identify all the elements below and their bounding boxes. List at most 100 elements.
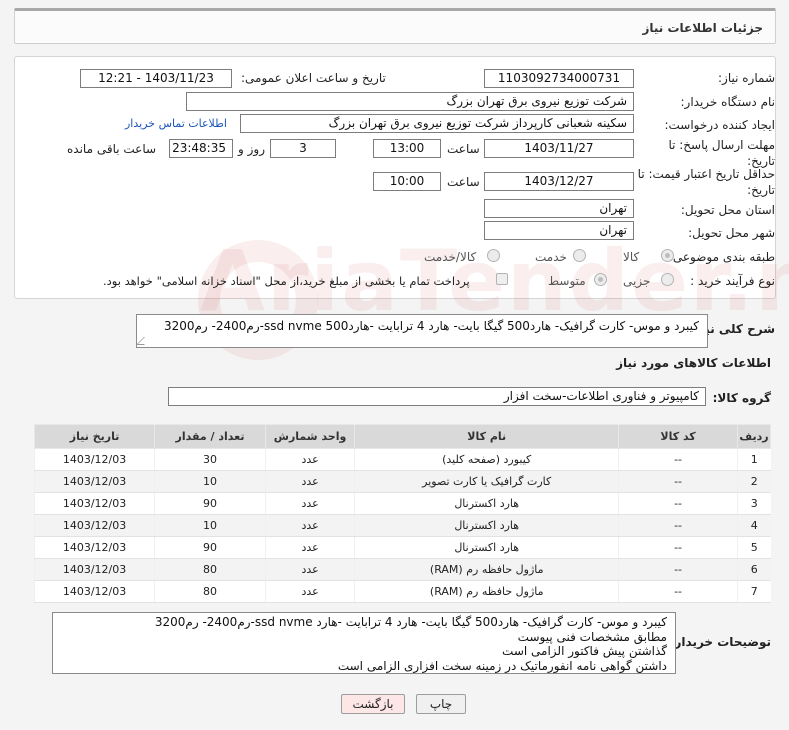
- category-label: طبقه بندی موضوعی:: [668, 250, 775, 264]
- cell-row-number: 7: [737, 580, 771, 603]
- category-option-goods: کالا: [623, 250, 640, 264]
- treasury-payment-checkbox[interactable]: [496, 273, 508, 285]
- category-radio-service[interactable]: [573, 249, 586, 262]
- category-option-goods-service: کالا/خدمت: [424, 250, 477, 264]
- deadline-label: مهلت ارسال پاسخ: تا تاریخ:: [668, 137, 775, 169]
- buyer-org-field[interactable]: شرکت توزیع نیروی برق تهران بزرگ: [186, 92, 634, 111]
- announce-date-field[interactable]: 1403/11/23 - 12:21: [80, 69, 232, 88]
- treasury-payment-note: پرداخت تمام یا بخشی از مبلغ خرید،از محل …: [103, 274, 470, 288]
- buyer-notes-label: توضیحات خریدار:: [669, 635, 771, 649]
- description-textarea[interactable]: کیبرد و موس- کارت گرافیک- هارد500 گیگا ب…: [136, 314, 708, 348]
- process-radio-small[interactable]: [661, 273, 674, 286]
- cell-unit: عدد: [264, 492, 355, 515]
- cell-need-date: 1403/12/03: [33, 514, 155, 537]
- announce-date-label: تاریخ و ساعت اعلان عمومی:: [241, 71, 386, 85]
- creator-field[interactable]: سکینه شعبانی کارپرداز شرکت توزیع نیروی ب…: [240, 114, 634, 133]
- back-button[interactable]: بازگشت: [341, 694, 405, 714]
- cell-quantity: 80: [154, 558, 266, 581]
- cell-goods-name: ماژول حافظه رم (RAM): [354, 558, 619, 581]
- cell-need-date: 1403/12/03: [33, 580, 155, 603]
- validity-date-field[interactable]: 1403/12/27: [484, 172, 634, 191]
- process-option-medium: متوسط: [548, 274, 586, 288]
- days-label: روز و: [238, 142, 265, 156]
- deadline-time-label: ساعت: [447, 142, 480, 156]
- cell-unit: عدد: [264, 536, 355, 559]
- goods-section-title: اطلاعات کالاهای مورد نیاز: [616, 356, 771, 370]
- remaining-time-label: ساعت باقی مانده: [67, 142, 157, 156]
- cell-unit: عدد: [264, 558, 355, 581]
- cell-row-number: 3: [737, 492, 771, 515]
- goods-group-field[interactable]: کامپیوتر و فناوری اطلاعات-سخت افزار: [168, 387, 706, 406]
- cell-need-date: 1403/12/03: [33, 558, 155, 581]
- cell-unit: عدد: [264, 514, 355, 537]
- page-header: جزئیات اطلاعات نیاز: [14, 8, 776, 44]
- cell-goods-name: ماژول حافظه رم (RAM): [354, 580, 619, 603]
- table-row[interactable]: 3 -- هارد اکسترنال عدد 90 1403/12/03: [33, 492, 771, 515]
- table-row[interactable]: 2 -- کارت گرافیک یا کارت تصویر عدد 10 14…: [33, 470, 771, 493]
- process-radio-medium[interactable]: [594, 273, 607, 286]
- cell-goods-code: --: [618, 470, 738, 493]
- table-row[interactable]: 4 -- هارد اکسترنال عدد 10 1403/12/03: [33, 514, 771, 537]
- cell-unit: عدد: [264, 448, 355, 471]
- cell-goods-name: هارد اکسترنال: [354, 514, 619, 537]
- cell-row-number: 5: [737, 536, 771, 559]
- col-goods-name: نام کالا: [354, 424, 620, 449]
- cell-goods-code: --: [618, 514, 738, 537]
- description-text: کیبرد و موس- کارت گرافیک- هارد500 گیگا ب…: [163, 319, 699, 333]
- buyer-notes-textarea[interactable]: کیبرد و موس- کارت گرافیک- هارد500 گیگا ب…: [52, 612, 676, 674]
- table-row[interactable]: 6 -- ماژول حافظه رم (RAM) عدد 80 1403/12…: [33, 558, 771, 581]
- buyer-contact-link[interactable]: اطلاعات تماس خریدار: [125, 117, 227, 130]
- cell-goods-name: هارد اکسترنال: [354, 536, 619, 559]
- cell-need-date: 1403/12/03: [33, 470, 155, 493]
- category-option-service: خدمت: [535, 250, 567, 264]
- col-unit: واحد شمارش: [264, 424, 356, 449]
- cell-row-number: 4: [737, 514, 771, 537]
- validity-label-line1: حداقل تاریخ اعتبار قیمت: تا: [637, 167, 775, 181]
- page-title: جزئیات اطلاعات نیاز: [642, 21, 763, 35]
- validity-time-field[interactable]: 10:00: [373, 172, 441, 191]
- need-number-field[interactable]: 1103092734000731: [484, 69, 634, 88]
- deadline-time-field[interactable]: 13:00: [373, 139, 441, 158]
- category-radio-goods[interactable]: [661, 249, 674, 262]
- col-quantity: تعداد / مقدار: [154, 424, 266, 449]
- goods-table-header: ردیف کد کالا نام کالا واحد شمارش تعداد /…: [33, 424, 771, 449]
- cell-goods-code: --: [618, 580, 738, 603]
- cell-goods-code: --: [618, 558, 738, 581]
- col-need-date: تاریخ نیاز: [33, 424, 156, 449]
- cell-goods-name: کیبورد (صفحه کلید): [354, 448, 619, 471]
- cell-unit: عدد: [264, 470, 355, 493]
- buyer-notes-line: مطابق مشخصات فنی پیوست: [517, 629, 667, 644]
- cell-need-date: 1403/12/03: [33, 492, 155, 515]
- table-row[interactable]: 5 -- هارد اکسترنال عدد 90 1403/12/03: [33, 536, 771, 559]
- creator-label: ایجاد کننده درخواست:: [664, 118, 775, 132]
- print-button[interactable]: چاپ: [416, 694, 466, 714]
- validity-label: حداقل تاریخ اعتبار قیمت: تا تاریخ:: [638, 166, 775, 198]
- city-field[interactable]: تهران: [484, 221, 634, 240]
- validity-label-line2: تاریخ:: [747, 183, 775, 197]
- cell-unit: عدد: [264, 580, 355, 603]
- buyer-notes-line: داشتن گواهی نامه انفورماتیک در زمینه سخت…: [337, 658, 667, 673]
- province-label: استان محل تحویل:: [680, 203, 775, 217]
- deadline-date-field[interactable]: 1403/11/27: [484, 139, 634, 158]
- category-radio-goods-service[interactable]: [487, 249, 500, 262]
- buyer-notes-line: گذاشتن پیش فاکتور الزامی است: [502, 644, 667, 658]
- days-remaining-field[interactable]: 3: [270, 139, 336, 158]
- cell-goods-code: --: [618, 448, 738, 471]
- resize-handle-icon[interactable]: [136, 337, 152, 345]
- cell-row-number: 1: [737, 448, 771, 471]
- cell-goods-name: هارد اکسترنال: [354, 492, 619, 515]
- buyer-notes-line: کیبرد و موس- کارت گرافیک- هارد500 گیگا ب…: [154, 615, 667, 629]
- need-number-label: شماره نیاز:: [718, 71, 775, 85]
- process-type-label: نوع فرآیند خرید :: [690, 274, 775, 288]
- col-row-number: ردیف: [737, 424, 771, 449]
- cell-quantity: 90: [154, 536, 266, 559]
- cell-need-date: 1403/12/03: [33, 536, 155, 559]
- table-row[interactable]: 1 -- کیبورد (صفحه کلید) عدد 30 1403/12/0…: [33, 448, 771, 471]
- province-field[interactable]: تهران: [484, 199, 634, 218]
- col-goods-code: کد کالا: [618, 424, 739, 449]
- table-row[interactable]: 7 -- ماژول حافظه رم (RAM) عدد 80 1403/12…: [33, 580, 771, 603]
- cell-goods-code: --: [618, 536, 738, 559]
- remaining-time-field[interactable]: 23:48:35: [169, 139, 233, 158]
- process-option-small: جزیی: [623, 274, 651, 288]
- deadline-label-line1: مهلت ارسال پاسخ: تا: [668, 138, 775, 152]
